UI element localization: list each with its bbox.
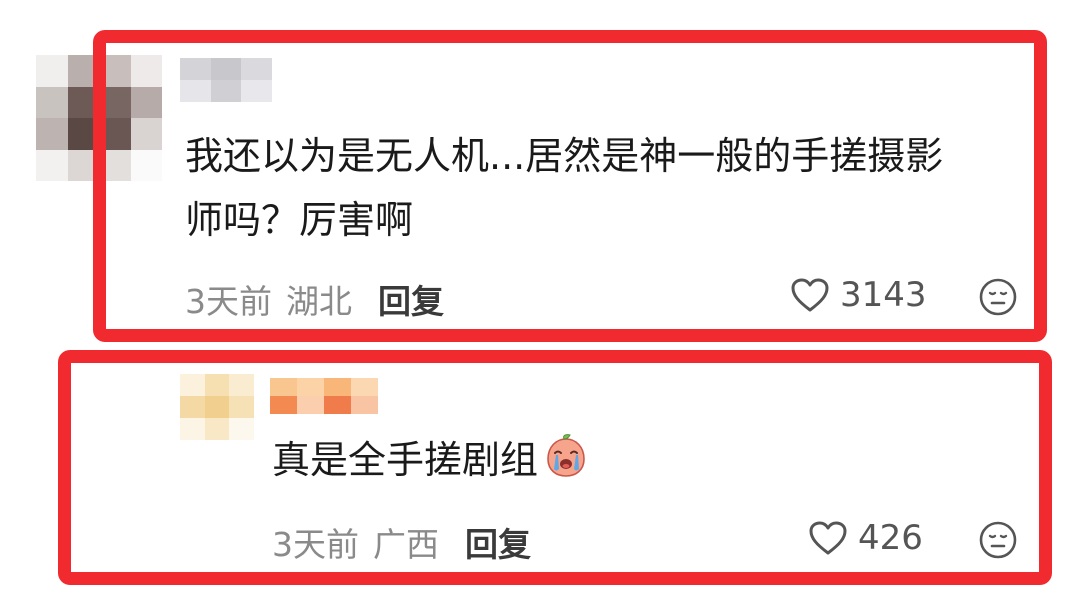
location: 湖北 — [286, 282, 352, 321]
timestamp: 3天前 — [272, 525, 359, 564]
timestamp: 3天前 — [185, 282, 272, 321]
like-count: 3143 — [840, 275, 927, 315]
comment-text: 我还以为是无人机...居然是神一般的手搓摄影 师吗？厉害啊 — [185, 124, 1025, 252]
heart-outline-icon — [791, 278, 829, 312]
reply-comment-item: 真是全手搓剧组 3天前 广西 回复 426 — [0, 340, 1084, 589]
like-button[interactable]: 3143 — [790, 275, 927, 315]
comment-text-line: 师吗？厉害啊 — [185, 198, 414, 242]
reply-button[interactable]: 回复 — [378, 282, 444, 321]
location: 广西 — [373, 525, 439, 564]
heart-outline-icon — [809, 521, 847, 555]
crying-peach-icon — [542, 433, 590, 498]
reply-button[interactable]: 回复 — [465, 525, 531, 564]
like-button[interactable]: 426 — [808, 518, 923, 558]
like-count: 426 — [858, 518, 923, 558]
comment-text-line: 真是全手搓剧组 — [272, 438, 539, 482]
neutral-face-icon[interactable] — [978, 277, 1018, 321]
comment-meta: 3天前 湖北 回复 — [185, 275, 444, 323]
comment-text-line: 我还以为是无人机...居然是神一般的手搓摄影 — [185, 134, 944, 178]
comment-item: 我还以为是无人机...居然是神一般的手搓摄影 师吗？厉害啊 3天前 湖北 回复 31… — [0, 0, 1084, 342]
comment-text: 真是全手搓剧组 — [272, 428, 590, 498]
neutral-face-icon[interactable] — [978, 520, 1018, 564]
comment-meta: 3天前 广西 回复 — [272, 518, 531, 566]
